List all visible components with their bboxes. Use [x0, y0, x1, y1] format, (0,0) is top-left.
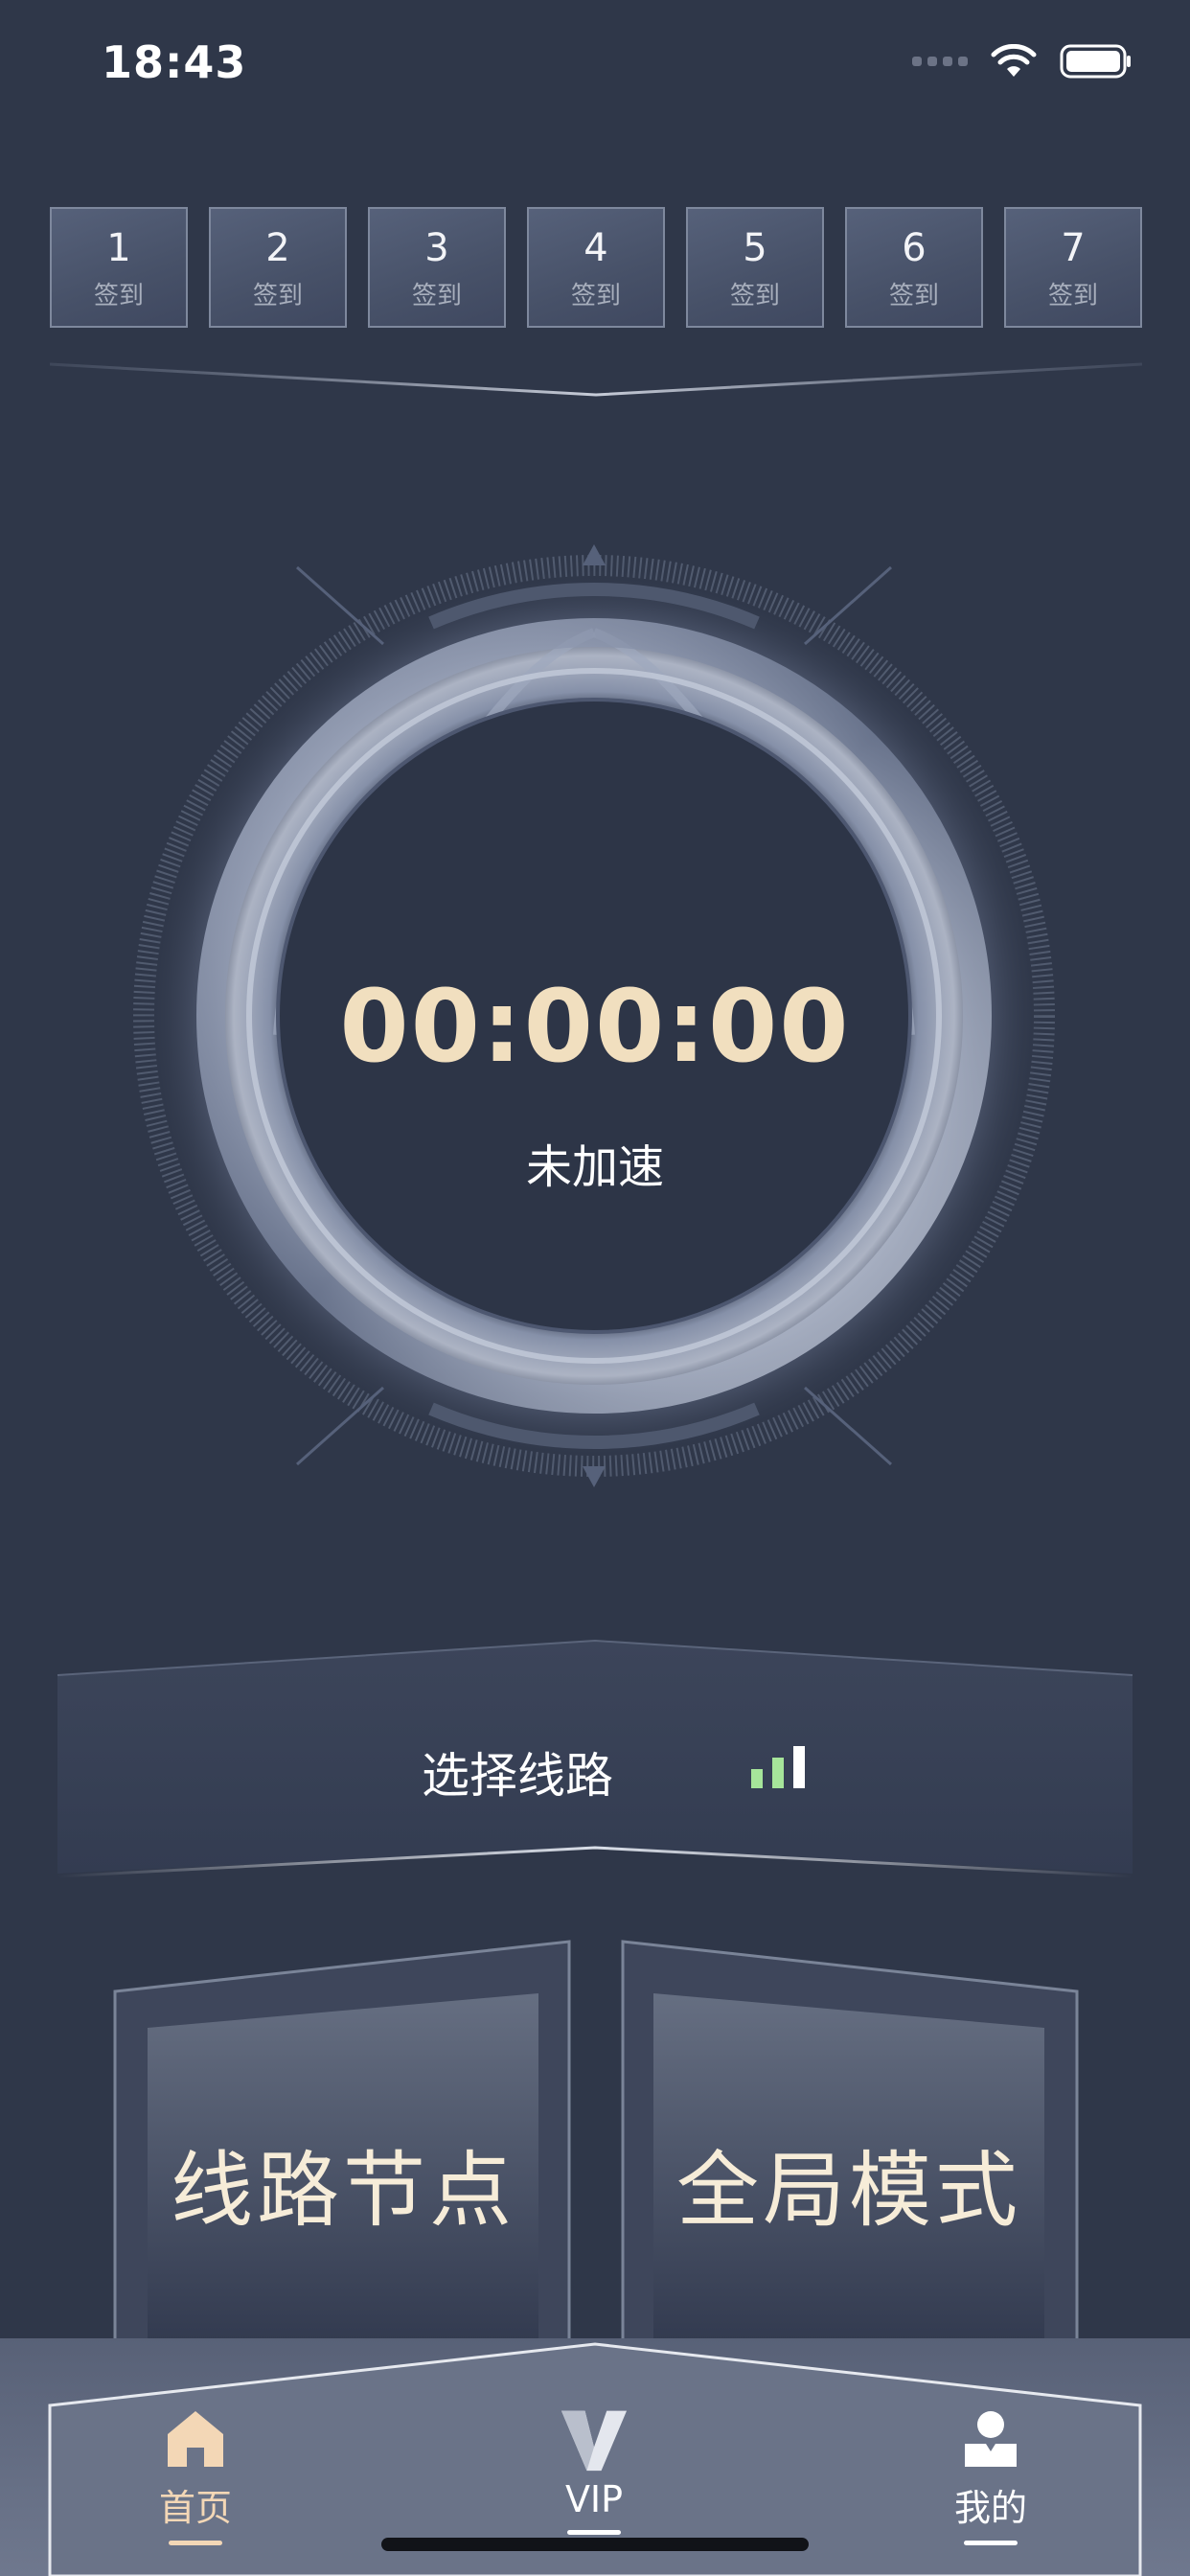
route-node-label: 线路节点 [171, 2143, 515, 2239]
acceleration-status: 未加速 [525, 1140, 664, 1194]
signin-row: 1 签到 2 签到 3 签到 4 签到 5 签到 6 签到 7 签到 [50, 207, 1142, 360]
signin-day-3[interactable]: 3 签到 [368, 207, 506, 328]
signin-day-label: 签到 [252, 282, 303, 310]
signin-day-label: 签到 [729, 282, 780, 310]
cellular-signal-icon [912, 57, 968, 66]
wifi-icon [991, 44, 1037, 77]
signin-day-number: 2 [265, 226, 290, 270]
global-mode-button[interactable]: 全局模式 [619, 1936, 1079, 2348]
signin-day-2[interactable]: 2 签到 [209, 207, 347, 328]
signin-day-7[interactable]: 7 签到 [1004, 207, 1142, 328]
route-node-button[interactable]: 线路节点 [113, 1936, 573, 2348]
tab-mine-label: 我的 [953, 2487, 1027, 2529]
tab-vip-label: VIP [564, 2478, 624, 2520]
signin-day-label: 签到 [1047, 282, 1098, 310]
signin-day-label: 签到 [888, 282, 939, 310]
tab-vip[interactable]: VIP [498, 2405, 690, 2535]
signin-day-number: 3 [424, 226, 449, 270]
route-select-label[interactable]: 选择线路 [422, 1737, 613, 1806]
signin-day-number: 6 [902, 226, 927, 270]
signin-day-6[interactable]: 6 签到 [845, 207, 983, 328]
signin-day-4[interactable]: 4 签到 [527, 207, 665, 328]
profile-icon [965, 2411, 1017, 2467]
signal-strength-icon [751, 1746, 805, 1788]
signin-day-1[interactable]: 1 签到 [50, 207, 188, 328]
signin-day-5[interactable]: 5 签到 [686, 207, 824, 328]
connection-timer: 00:00:00 [339, 968, 851, 1085]
battery-icon [1060, 44, 1131, 79]
tab-home-indicator [169, 2541, 222, 2545]
signin-day-number: 4 [584, 226, 608, 270]
tab-mine-indicator [964, 2541, 1018, 2545]
tab-vip-indicator [567, 2530, 621, 2535]
signin-day-label: 签到 [570, 282, 621, 310]
home-indicator-bar[interactable] [381, 2538, 809, 2551]
signin-day-label: 签到 [93, 282, 144, 310]
signin-day-label: 签到 [411, 282, 462, 310]
status-time: 18:43 [102, 36, 247, 88]
tab-home[interactable]: 首页 [100, 2405, 291, 2545]
signin-day-number: 7 [1061, 226, 1086, 270]
signin-day-number: 5 [743, 226, 767, 270]
tab-mine[interactable]: 我的 [895, 2405, 1087, 2545]
home-icon [168, 2411, 223, 2467]
signin-day-number: 1 [106, 226, 131, 270]
status-icons [912, 42, 1133, 80]
signin-base-line [50, 362, 1142, 397]
global-mode-label: 全局模式 [676, 2143, 1021, 2239]
vip-logo-icon [561, 2410, 628, 2472]
tab-home-label: 首页 [158, 2487, 232, 2529]
